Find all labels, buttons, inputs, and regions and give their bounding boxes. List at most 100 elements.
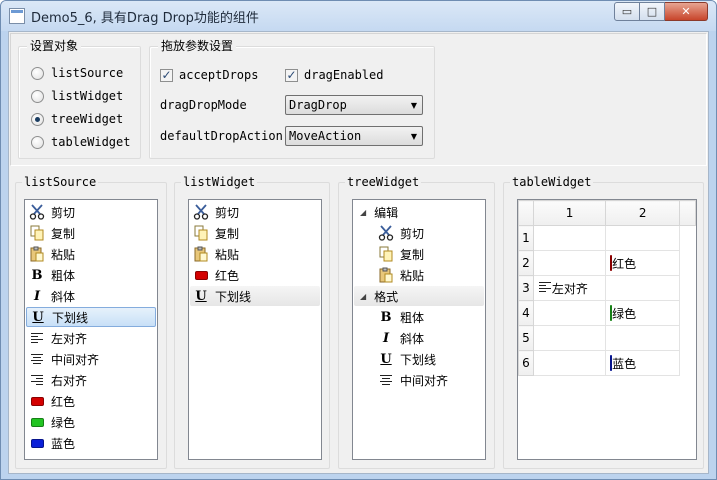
checkmark-icon[interactable]: ✓ [160, 68, 173, 82]
table-row: 4 绿色 [518, 300, 696, 326]
list-item[interactable]: 红色 [26, 391, 156, 411]
table-cell[interactable] [532, 350, 607, 376]
row-header[interactable]: 1 [518, 225, 534, 251]
list-item[interactable]: 中间对齐 [375, 370, 483, 390]
tree-group-item[interactable]: ◢ 编辑 [354, 202, 484, 222]
align-left-icon [538, 281, 552, 296]
tree-widget-view[interactable]: ◢ 编辑剪切复制粘贴 ◢ 格式 B 粗体 I 斜体 U 下划线 中间对齐 [352, 199, 486, 460]
column-header[interactable]: 1 [532, 200, 607, 226]
table-row: 2 红色 [518, 250, 696, 276]
row-header[interactable]: 4 [518, 300, 534, 326]
list-item-label: 下划线 [400, 352, 437, 367]
table-row: 5 [518, 325, 696, 351]
minimize-icon: ▭ [621, 5, 633, 18]
green-swatch-icon [28, 414, 46, 430]
list-item[interactable]: 剪切 [26, 202, 156, 222]
default-drop-action-combo[interactable]: MoveAction ▼ [285, 126, 423, 146]
list-item-label: 复制 [215, 226, 240, 241]
list-item[interactable]: 右对齐 [26, 370, 156, 390]
expand-arrow-icon[interactable]: ◢ [360, 208, 366, 217]
row-header[interactable]: 6 [518, 350, 534, 376]
title-bar[interactable]: Demo5_6, 具有Drag Drop功能的组件 ▭ □ ✕ [1, 1, 716, 31]
list-item[interactable]: 剪切 [190, 202, 320, 222]
list-item[interactable]: 复制 [26, 223, 156, 243]
table-cell[interactable] [532, 250, 607, 276]
drag-enabled-checkbox[interactable]: ✓ dragEnabled [285, 67, 383, 83]
radio-treewidget[interactable]: treeWidget [31, 111, 123, 127]
list-item[interactable]: I 斜体 [26, 286, 156, 306]
table-cell[interactable] [605, 275, 681, 301]
list-item[interactable]: 红色 [190, 265, 320, 285]
list-item[interactable]: U 下划线 [375, 349, 483, 369]
column-header[interactable]: 2 [605, 200, 681, 226]
radio-label: tableWidget [51, 135, 131, 149]
list-item[interactable]: 复制 [375, 244, 483, 264]
table-row: 1 [518, 225, 696, 251]
list-item[interactable]: 粘贴 [26, 244, 156, 264]
accept-drops-checkbox[interactable]: ✓ acceptDrops [160, 67, 258, 83]
list-item[interactable]: U 下划线 [26, 307, 156, 327]
list-source-view[interactable]: 剪切复制粘贴 B 粗体 I 斜体 U 下划线 左对齐 中间对齐右对齐红色 绿色 蓝色 [24, 199, 158, 460]
list-item[interactable]: 左对齐 [26, 328, 156, 348]
maximize-button[interactable]: □ [640, 2, 665, 21]
table-corner[interactable] [518, 200, 534, 226]
expand-arrow-icon[interactable]: ◢ [360, 292, 366, 301]
table-cell[interactable] [532, 300, 607, 326]
list-item[interactable]: 剪切 [375, 223, 483, 243]
underline-icon: U [195, 288, 207, 304]
list-item[interactable]: B 粗体 [375, 307, 483, 327]
list-item-label: 右对齐 [51, 373, 88, 388]
table-cell[interactable]: 红色 [605, 250, 681, 276]
table-cell[interactable]: 绿色 [605, 300, 681, 326]
row-header[interactable]: 5 [518, 325, 534, 351]
list-widget-panel: listWidget 剪切 复制 粘贴 红色 U 下划线 [174, 175, 330, 469]
table-cell[interactable] [605, 225, 681, 251]
radio-indicator[interactable] [31, 112, 44, 126]
list-source-panel: listSource 剪切 复制 粘贴 B 粗体 I 斜体 U 下划线 左对齐 中间对齐 右对齐 红色绿… [15, 175, 167, 469]
row-filler [680, 251, 696, 276]
list-item[interactable]: 中间对齐 [26, 349, 156, 369]
list-item[interactable]: 粘贴 [190, 244, 320, 264]
row-header[interactable]: 2 [518, 250, 534, 276]
list-item-label: 复制 [51, 226, 76, 241]
radio-tablewidget[interactable]: tableWidget [31, 134, 130, 150]
list-item[interactable]: 粘贴 [375, 265, 483, 285]
red-swatch-icon [28, 393, 46, 409]
tree-group-item[interactable]: ◢ 格式 [354, 286, 484, 306]
radio-indicator[interactable] [31, 89, 44, 103]
row-filler [680, 351, 696, 376]
close-button[interactable]: ✕ [665, 2, 708, 21]
table-grid: 1 2 1 2 红色 3 左对齐 4 绿色 5 6 蓝色 [518, 200, 696, 376]
table-cell[interactable]: 左对齐 [532, 275, 607, 301]
minimize-button[interactable]: ▭ [614, 2, 640, 21]
drag-drop-mode-combo[interactable]: DragDrop ▼ [285, 95, 423, 115]
table-cell-text: 蓝色 [612, 356, 637, 371]
list-item[interactable]: U 下划线 [190, 286, 320, 306]
align-right-icon [28, 372, 46, 388]
list-item-label: 剪切 [400, 226, 425, 241]
tree-group-label: 格式 [374, 289, 399, 304]
accept-drops-label: acceptDrops [179, 68, 259, 82]
list-item-label: 粘贴 [400, 268, 425, 283]
table-cell[interactable] [605, 325, 681, 351]
checkmark-icon[interactable]: ✓ [285, 68, 298, 82]
list-item[interactable]: 蓝色 [26, 433, 156, 453]
table-cell[interactable] [532, 225, 607, 251]
list-item[interactable]: I 斜体 [375, 328, 483, 348]
tree-widget-title: treeWidget [345, 175, 422, 189]
radio-listsource[interactable]: listSource [31, 65, 123, 81]
table-cell[interactable] [532, 325, 607, 351]
row-header[interactable]: 3 [518, 275, 534, 301]
table-cell[interactable]: 蓝色 [605, 350, 681, 376]
default-drop-action-text: defaultDropAction [160, 129, 283, 143]
default-drop-action-value: MoveAction [289, 129, 362, 143]
list-widget-view[interactable]: 剪切复制粘贴 红色 U 下划线 [188, 199, 322, 460]
default-drop-action-label: defaultDropAction [160, 128, 283, 144]
list-item[interactable]: 绿色 [26, 412, 156, 432]
radio-listwidget[interactable]: listWidget [31, 88, 123, 104]
radio-indicator[interactable] [31, 66, 44, 80]
list-item[interactable]: B 粗体 [26, 265, 156, 285]
radio-indicator[interactable] [31, 135, 44, 149]
list-item[interactable]: 复制 [190, 223, 320, 243]
table-widget-view[interactable]: 1 2 1 2 红色 3 左对齐 4 绿色 5 6 蓝色 [517, 199, 697, 460]
